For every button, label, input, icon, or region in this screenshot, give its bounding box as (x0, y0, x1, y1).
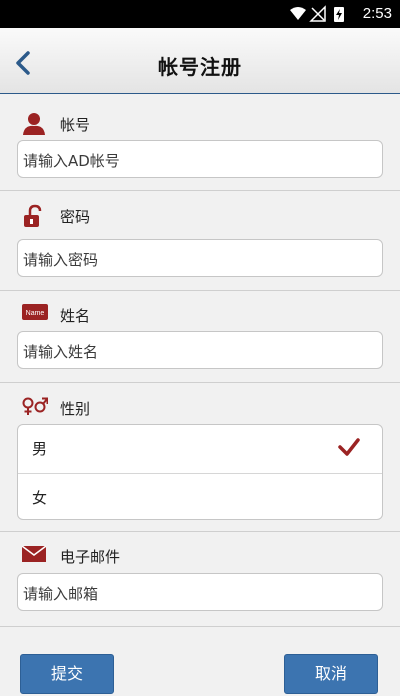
gender-options: 男 女 (17, 424, 383, 520)
status-icons (290, 5, 344, 22)
password-section: 密码 请输入密码 (0, 192, 400, 291)
wifi-icon (290, 7, 306, 20)
gender-option-female[interactable]: 女 (18, 473, 382, 521)
account-input[interactable]: 请输入AD帐号 (17, 140, 383, 178)
checkmark-icon (338, 438, 360, 456)
submit-button[interactable]: 提交 (20, 654, 114, 694)
email-section: 电子邮件 请输入邮箱 (0, 533, 400, 627)
cancel-button[interactable]: 取消 (284, 654, 378, 694)
gender-icon (22, 397, 48, 415)
name-tag-text: Name (26, 310, 45, 317)
account-section: 帐号 请输入AD帐号 (0, 95, 400, 191)
email-input[interactable]: 请输入邮箱 (17, 573, 383, 611)
email-label: 电子邮件 (60, 548, 121, 566)
status-time: 2:53 (362, 5, 392, 22)
name-label: 姓名 (60, 307, 91, 325)
password-input[interactable]: 请输入密码 (17, 239, 383, 277)
password-label: 密码 (60, 208, 91, 226)
account-label: 帐号 (60, 116, 91, 134)
page-title: 帐号注册 (158, 55, 242, 79)
lock-icon (24, 204, 42, 227)
gender-label: 性别 (60, 400, 91, 418)
name-section: Name 姓名 请输入姓名 (0, 292, 400, 383)
gender-option-male[interactable]: 男 (18, 425, 382, 473)
status-bar: 2:53 (0, 0, 400, 28)
user-icon (23, 113, 45, 135)
gender-option-label: 女 (32, 489, 48, 507)
title-bar: 帐号注册 (0, 28, 400, 94)
gender-option-label: 男 (32, 440, 48, 458)
name-tag-icon: Name (22, 304, 48, 320)
mail-icon (22, 546, 46, 562)
bottom-action-bar: 提交 取消 (0, 636, 400, 696)
name-input[interactable]: 请输入姓名 (17, 331, 383, 369)
